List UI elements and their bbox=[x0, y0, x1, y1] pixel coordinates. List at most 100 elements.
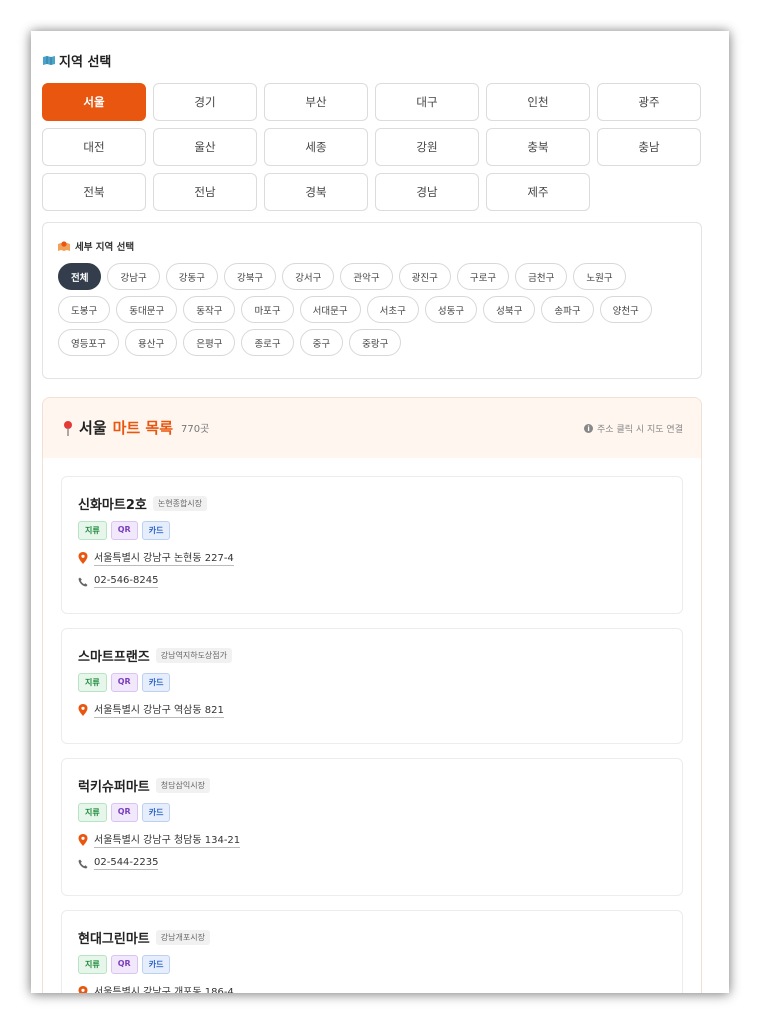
district-chip[interactable]: 관악구 bbox=[340, 263, 393, 290]
store-address[interactable]: 서울특별시 강남구 역삼동 821 bbox=[94, 701, 224, 718]
region-button[interactable]: 광주 bbox=[597, 83, 701, 121]
store-card: 신화마트2호 논현종합시장지류 QR 카드서울특별시 강남구 논현동 227-4 02-… bbox=[61, 476, 683, 614]
district-chip[interactable]: 용산구 bbox=[124, 329, 178, 356]
district-chip[interactable]: 중랑구 bbox=[349, 329, 402, 356]
district-chip[interactable]: 마포구 bbox=[241, 296, 294, 323]
district-chip[interactable]: 강북구 bbox=[223, 263, 277, 290]
map-link-hint: i 주소 클릭 시 지도 연결 bbox=[584, 422, 683, 435]
payment-badge: QR bbox=[110, 803, 138, 822]
location-pin-icon bbox=[78, 551, 88, 564]
market-tag: 강남역지하도상점가 bbox=[155, 647, 233, 663]
store-address[interactable]: 서울특별시 강남구 논현동 227-4 bbox=[94, 549, 234, 566]
address-row[interactable]: 서울특별시 강남구 개포동 186-4 bbox=[78, 983, 666, 993]
region-button[interactable]: 울산 bbox=[153, 128, 257, 166]
district-chip[interactable]: 성북구 bbox=[483, 296, 536, 323]
payment-badge: 카드 bbox=[141, 521, 171, 540]
store-list-panel: 서울 마트 목록 770곳 i 주소 클릭 시 지도 연결 신화마트2호 논현종합… bbox=[42, 397, 702, 993]
app-frame: 지역 선택 서울 경기 부산 대구 인천 광주 대전 울산 세종 강원 충북 충남 전북 전남 경북 경남 제주… bbox=[31, 31, 729, 993]
district-chip[interactable]: 전체 bbox=[58, 263, 102, 290]
district-chip[interactable]: 강서구 bbox=[282, 263, 335, 290]
store-phone[interactable]: 02-544-2235 bbox=[94, 857, 159, 870]
payment-badge: 카드 bbox=[141, 673, 171, 692]
payment-badge: QR bbox=[110, 521, 138, 540]
payment-badges: 지류 QR 카드 bbox=[78, 955, 666, 974]
payment-badge: 지류 bbox=[78, 803, 107, 822]
phone-icon bbox=[78, 859, 88, 868]
hint-text: 주소 클릭 시 지도 연결 bbox=[597, 425, 683, 435]
district-chip[interactable]: 노원구 bbox=[573, 263, 626, 290]
subregion-panel: 세부 지역 선택 전체 강남구 강동구 강북구 강서구 관악구 광진구 구로구 금천구 노원구도봉… bbox=[42, 222, 702, 379]
phone-row[interactable]: 02-546-8245 bbox=[78, 575, 666, 588]
region-button[interactable]: 강원 bbox=[375, 128, 479, 166]
store-list: 신화마트2호 논현종합시장 지류 QR 카드 서울특별시 강남구 논현동 227-4 02-… bbox=[61, 476, 683, 993]
store-address[interactable]: 서울특별시 강남구 청담동 134-21 bbox=[94, 831, 241, 848]
market-tag: 강남개포시장 bbox=[155, 929, 210, 945]
district-chip[interactable]: 양천구 bbox=[599, 296, 652, 323]
region-section-title: 지역 선택 bbox=[43, 51, 111, 70]
district-chip[interactable]: 영등포구 bbox=[58, 329, 119, 356]
region-button[interactable]: 세종 bbox=[264, 128, 368, 166]
payment-badge: 지류 bbox=[78, 955, 107, 974]
map-pin-icon bbox=[58, 241, 70, 251]
store-address[interactable]: 서울특별시 강남구 개포동 186-4 bbox=[94, 983, 234, 993]
district-chip[interactable]: 성동구 bbox=[424, 296, 478, 323]
district-chip[interactable]: 도봉구 bbox=[58, 296, 111, 323]
address-row[interactable]: 서울특별시 강남구 역삼동 821 bbox=[78, 701, 666, 718]
district-chips: 전체 강남구 강동구 강북구 강서구 관악구 광진구 구로구 금천구 노원구도봉구 동대문구 동작구 마… bbox=[58, 263, 678, 356]
district-chip[interactable]: 은평구 bbox=[183, 329, 236, 356]
store-name: 현대그린마트 bbox=[78, 931, 150, 947]
subregion-title: 세부 지역 선택 bbox=[58, 239, 134, 253]
market-tag: 논현종합시장 bbox=[152, 495, 208, 511]
store-list-header: 서울 마트 목록 770곳 i 주소 클릭 시 지도 연결 bbox=[43, 398, 701, 458]
payment-badge: 지류 bbox=[78, 521, 107, 540]
phone-row[interactable]: 02-544-2235 bbox=[78, 857, 666, 870]
store-card: 현대그린마트 강남개포시장지류 QR 카드서울특별시 강남구 개포동 186-4 bbox=[61, 910, 683, 993]
district-chip[interactable]: 서대문구 bbox=[299, 296, 361, 323]
district-chip[interactable]: 강남구 bbox=[107, 263, 160, 290]
district-chip[interactable]: 금천구 bbox=[515, 263, 568, 290]
address-row[interactable]: 서울특별시 강남구 청담동 134-21 bbox=[78, 831, 666, 848]
payment-badge: 지류 bbox=[78, 673, 107, 692]
region-button[interactable]: 충북 bbox=[486, 128, 590, 166]
payment-badges: 지류 QR 카드 bbox=[78, 521, 666, 540]
region-button[interactable]: 제주 bbox=[486, 173, 590, 211]
region-button[interactable]: 대구 bbox=[375, 83, 479, 121]
region-button[interactable]: 대전 bbox=[42, 128, 146, 166]
location-pin-icon bbox=[78, 703, 88, 716]
district-chip[interactable]: 송파구 bbox=[541, 296, 594, 323]
district-chip[interactable]: 중구 bbox=[299, 329, 344, 356]
pushpin-icon bbox=[64, 420, 72, 436]
region-button[interactable]: 충남 bbox=[597, 128, 701, 166]
region-button[interactable]: 서울 bbox=[42, 83, 146, 121]
region-grid: 서울 경기 부산 대구 인천 광주대전 울산 세종 강원 충북 충남전북 전남 경북 경남 제주 bbox=[42, 83, 702, 211]
region-button[interactable]: 경남 bbox=[375, 173, 479, 211]
region-button[interactable]: 전북 bbox=[42, 173, 146, 211]
title-city: 서울 bbox=[79, 419, 107, 437]
region-button[interactable]: 경기 bbox=[153, 83, 257, 121]
store-card: 럭키슈퍼마트 청담삼익시장 지류 QR 카드 서울특별시 강남구 청담동 134-21 02… bbox=[61, 758, 683, 896]
phone-icon bbox=[78, 577, 88, 586]
location-pin-icon bbox=[78, 985, 88, 993]
region-button[interactable]: 전남 bbox=[153, 173, 257, 211]
district-chip[interactable]: 종로구 bbox=[241, 329, 294, 356]
region-button[interactable]: 인천 bbox=[486, 83, 590, 121]
address-row[interactable]: 서울특별시 강남구 논현동 227-4 bbox=[78, 549, 666, 566]
region-button[interactable]: 경북 bbox=[264, 173, 368, 211]
store-name: 럭키슈퍼마트 bbox=[78, 779, 150, 795]
store-name: 스마트프랜즈 bbox=[78, 649, 150, 665]
district-chip[interactable]: 동작구 bbox=[183, 296, 236, 323]
store-card: 스마트프랜즈 강남역지하도상점가 지류 QR 카드 서울특별시 강남구 역삼동 821 bbox=[61, 628, 683, 744]
payment-badge: QR bbox=[110, 955, 138, 974]
district-chip[interactable]: 서초구 bbox=[366, 296, 419, 323]
payment-badges: 지류 QR 카드 bbox=[78, 803, 666, 822]
location-pin-icon bbox=[78, 833, 88, 846]
district-chip[interactable]: 구로구 bbox=[456, 263, 510, 290]
store-phone[interactable]: 02-546-8245 bbox=[94, 575, 159, 588]
district-chip[interactable]: 광진구 bbox=[398, 263, 451, 290]
district-chip[interactable]: 동대문구 bbox=[116, 296, 178, 323]
region-button[interactable]: 부산 bbox=[264, 83, 368, 121]
district-chip[interactable]: 강동구 bbox=[165, 263, 218, 290]
title-mart-list: 마트 목록 bbox=[112, 419, 174, 437]
store-name: 신화마트2호 bbox=[78, 497, 147, 513]
payment-badge: 카드 bbox=[141, 955, 171, 974]
